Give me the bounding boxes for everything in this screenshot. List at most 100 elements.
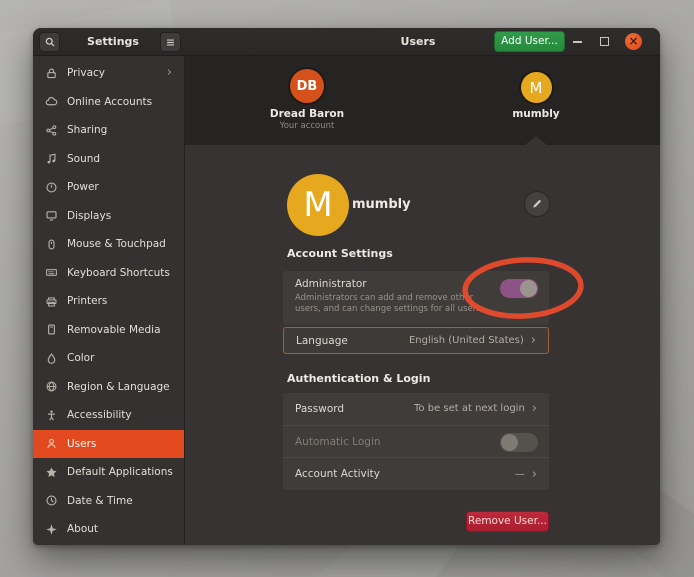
sidebar-item-date-time[interactable]: Date & Time bbox=[33, 487, 184, 516]
auth-login-group: Password To be set at next login › Autom… bbox=[283, 393, 549, 490]
chevron-right-icon: › bbox=[532, 401, 537, 416]
sidebar-item-sharing[interactable]: Sharing bbox=[33, 116, 184, 145]
sidebar-item-label: Displays bbox=[67, 210, 111, 222]
user-name: Dread Baron bbox=[247, 108, 367, 120]
section-title-auth-login: Authentication & Login bbox=[287, 372, 430, 385]
sidebar-item-label: Accessibility bbox=[67, 409, 132, 421]
app-title: Settings bbox=[73, 28, 153, 56]
search-button[interactable] bbox=[39, 32, 60, 52]
administrator-description: Administrators can add and remove other … bbox=[295, 293, 495, 314]
password-row[interactable]: Password To be set at next login › bbox=[283, 393, 549, 425]
user-carousel: DB Dread Baron Your account M mumbly bbox=[185, 56, 660, 145]
account-activity-value: — bbox=[515, 469, 525, 480]
section-title-account-settings: Account Settings bbox=[287, 247, 393, 260]
maximize-button[interactable] bbox=[600, 37, 609, 46]
add-user-button[interactable]: Add User... bbox=[494, 31, 565, 52]
sidebar-item-label: Privacy bbox=[67, 67, 105, 79]
page-title: Users bbox=[363, 28, 473, 56]
sidebar-item-accessibility[interactable]: Accessibility bbox=[33, 401, 184, 430]
sidebar-item-label: Default Applications bbox=[67, 466, 173, 478]
sidebar-item-label: Region & Language bbox=[67, 381, 170, 393]
account-activity-row[interactable]: Account Activity — › bbox=[283, 457, 549, 490]
toggle-knob bbox=[520, 280, 537, 297]
account-activity-label: Account Activity bbox=[295, 468, 380, 480]
color-droplet-icon bbox=[45, 352, 58, 365]
lock-icon bbox=[45, 67, 58, 80]
automatic-login-toggle[interactable] bbox=[500, 433, 538, 452]
toggle-knob bbox=[501, 434, 518, 451]
sidebar-item-label: About bbox=[67, 523, 98, 535]
globe-icon bbox=[45, 380, 58, 393]
sidebar-item-mouse-touchpad[interactable]: Mouse & Touchpad bbox=[33, 230, 184, 259]
printer-icon bbox=[45, 295, 58, 308]
remove-user-button[interactable]: Remove User... bbox=[466, 511, 549, 532]
password-value: To be set at next login bbox=[414, 403, 525, 414]
edit-name-button[interactable] bbox=[524, 191, 550, 217]
user-detail-panel: M mumbly Account Settings Administrator … bbox=[185, 145, 660, 545]
language-row[interactable]: Language English (United States) › bbox=[283, 327, 549, 354]
mouse-icon bbox=[45, 238, 58, 251]
sidebar-item-label: Sound bbox=[67, 153, 100, 165]
sidebar-item-sound[interactable]: Sound bbox=[33, 145, 184, 174]
sidebar-item-default-applications[interactable]: Default Applications bbox=[33, 458, 184, 487]
menu-button[interactable] bbox=[160, 32, 181, 52]
administrator-row: Administrator Administrators can add and… bbox=[283, 271, 549, 325]
share-icon bbox=[45, 124, 58, 137]
sidebar-item-keyboard-shortcuts[interactable]: Keyboard Shortcuts bbox=[33, 259, 184, 288]
user-subtitle: Your account bbox=[247, 121, 367, 131]
star-icon bbox=[45, 466, 58, 479]
sidebar-item-label: Date & Time bbox=[67, 495, 133, 507]
sidebar-item-label: Color bbox=[67, 352, 94, 364]
clock-icon bbox=[45, 494, 58, 507]
sidebar-item-label: Mouse & Touchpad bbox=[67, 238, 166, 250]
password-label: Password bbox=[295, 403, 344, 415]
cloud-icon bbox=[45, 95, 58, 108]
sidebar-item-online-accounts[interactable]: Online Accounts bbox=[33, 88, 184, 117]
automatic-login-label: Automatic Login bbox=[295, 436, 381, 448]
pencil-icon bbox=[531, 195, 543, 214]
sidebar-item-displays[interactable]: Displays bbox=[33, 202, 184, 231]
sidebar-item-users[interactable]: Users bbox=[33, 430, 184, 459]
power-icon bbox=[45, 181, 58, 194]
chevron-right-icon: › bbox=[167, 68, 172, 78]
avatar: M bbox=[521, 72, 552, 103]
search-icon bbox=[44, 33, 56, 52]
automatic-login-row: Automatic Login bbox=[283, 425, 549, 458]
user-icon bbox=[45, 437, 58, 450]
sidebar-item-label: Keyboard Shortcuts bbox=[67, 267, 170, 279]
sidebar-item-printers[interactable]: Printers bbox=[33, 287, 184, 316]
avatar: DB bbox=[290, 69, 324, 103]
sidebar-item-removable-media[interactable]: Removable Media bbox=[33, 316, 184, 345]
chevron-right-icon: › bbox=[531, 333, 536, 348]
settings-window: Settings Users Add User... × Privacy › bbox=[33, 28, 660, 545]
sidebar-item-label: Sharing bbox=[67, 124, 107, 136]
avatar: M bbox=[287, 174, 349, 236]
hamburger-icon bbox=[165, 33, 176, 52]
music-note-icon bbox=[45, 152, 58, 165]
sidebar-item-label: Online Accounts bbox=[67, 96, 152, 108]
close-button[interactable]: × bbox=[625, 33, 642, 50]
administrator-toggle[interactable] bbox=[500, 279, 538, 298]
sparkle-icon bbox=[45, 523, 58, 536]
minimize-button[interactable] bbox=[573, 41, 582, 43]
sidebar-item-label: Printers bbox=[67, 295, 107, 307]
sidebar-item-about[interactable]: About bbox=[33, 515, 184, 544]
display-icon bbox=[45, 209, 58, 222]
sidebar: Privacy › Online Accounts Sharing Sound … bbox=[33, 56, 185, 545]
language-label: Language bbox=[296, 335, 348, 347]
sidebar-item-privacy[interactable]: Privacy › bbox=[33, 59, 184, 88]
sidebar-item-label: Users bbox=[67, 438, 96, 450]
user-card-dread-baron[interactable]: DB Dread Baron Your account bbox=[247, 69, 367, 131]
sidebar-item-region-language[interactable]: Region & Language bbox=[33, 373, 184, 402]
sidebar-item-label: Removable Media bbox=[67, 324, 161, 336]
users-panel: DB Dread Baron Your account M mumbly M m… bbox=[185, 56, 660, 545]
user-card-mumbly[interactable]: M mumbly bbox=[476, 72, 596, 120]
removable-media-icon bbox=[45, 323, 58, 336]
language-value: English (United States) bbox=[409, 335, 524, 346]
user-detail-name: mumbly bbox=[352, 197, 411, 212]
user-name: mumbly bbox=[476, 108, 596, 120]
sidebar-item-color[interactable]: Color bbox=[33, 344, 184, 373]
sidebar-item-power[interactable]: Power bbox=[33, 173, 184, 202]
titlebar: Settings Users Add User... × bbox=[33, 28, 660, 56]
selected-user-notch bbox=[525, 136, 547, 145]
